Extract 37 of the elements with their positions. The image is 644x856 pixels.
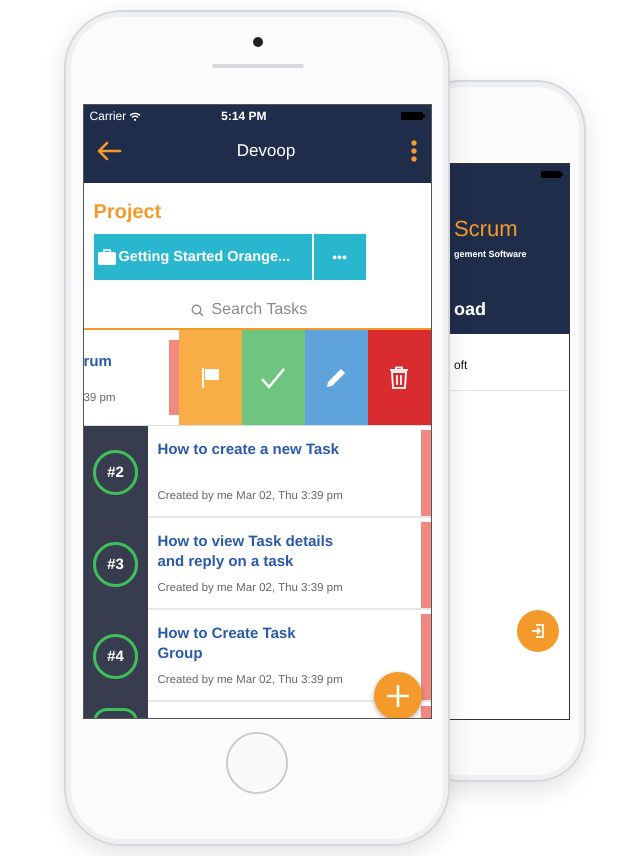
task-title[interactable]: How to create a new Task	[158, 440, 339, 460]
screen-title: Devoop	[236, 141, 296, 161]
delete-button[interactable]	[368, 330, 430, 425]
task-number: #3	[93, 542, 138, 586]
briefcase-icon	[98, 249, 116, 265]
task-meta: 39 pm	[84, 392, 116, 404]
exit-icon	[530, 623, 546, 639]
more-icon	[410, 139, 418, 163]
ring-icon	[93, 708, 138, 718]
status-time: 5:14 PM	[221, 109, 267, 123]
check-button[interactable]	[242, 330, 304, 425]
carrier-label: Carrier	[90, 109, 126, 123]
task-title[interactable]: rum	[84, 352, 112, 372]
task-meta: Created by me Mar 02, Thu 3:39 pm	[158, 582, 343, 594]
search-icon	[190, 304, 204, 316]
trash-icon	[389, 366, 409, 390]
battery-icon	[400, 112, 424, 120]
task-meta: Created by me Mar 02, Thu 3:39 pm	[158, 490, 343, 502]
wifi-icon	[129, 112, 142, 120]
search-field[interactable]: Search Tasks	[210, 300, 324, 320]
back-arrow-icon	[96, 141, 122, 161]
plus-icon	[386, 684, 410, 708]
check-icon	[260, 366, 286, 390]
task-meta: Created by me Mar 02, Thu 3:39 pm	[158, 674, 343, 686]
app-subtitle: gement Software	[454, 249, 527, 259]
logout-button[interactable]	[517, 610, 559, 652]
task-number: #4	[93, 634, 138, 678]
add-button[interactable]	[374, 672, 422, 718]
section-heading: oad	[454, 299, 486, 320]
battery-icon	[541, 171, 563, 178]
flag-button[interactable]	[178, 330, 242, 425]
app-title: Scrum	[454, 216, 518, 242]
task-number: #2	[93, 450, 138, 494]
section-label: Project	[94, 201, 162, 224]
task-title[interactable]: How to Create Task Group	[158, 624, 342, 664]
camera-icon	[253, 37, 263, 47]
task-title[interactable]: How to view Task details and reply on a task	[158, 532, 342, 572]
